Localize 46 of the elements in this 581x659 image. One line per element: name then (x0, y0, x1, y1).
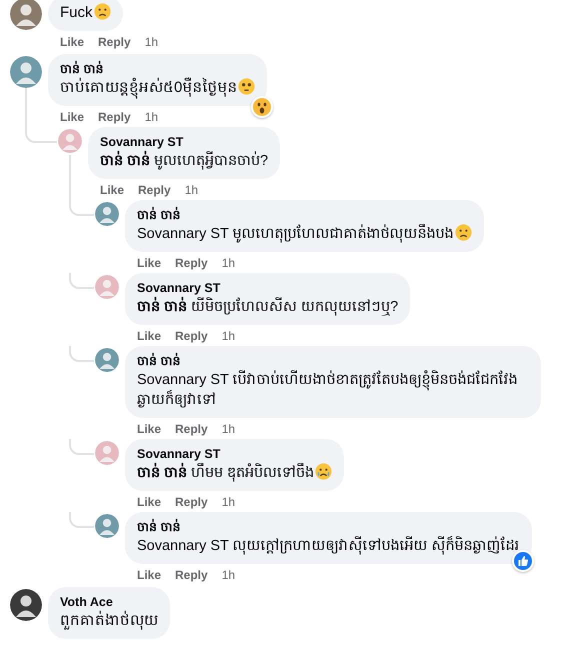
action-link[interactable]: Like (60, 34, 84, 50)
timestamp[interactable]: 1h (184, 182, 198, 198)
comment-text: ចាន់ ចាន់ យីមិចប្រហែលសីស យកលុយនៅៗឬ? (137, 299, 398, 315)
timestamp[interactable]: 1h (144, 109, 158, 125)
comment-text: Sovannary ST បើវាចាប់ហើយងាថ់ខាតត្រូវតែបងឲ្យខ្ញុំមិនចង់ជជែកវែងឆ្ងាយក៏ឲ្យវាទៅ (137, 372, 518, 408)
comment-text: ពួកគាត់ងាថ់លុយ (60, 612, 158, 629)
action-link[interactable]: Reply (175, 567, 208, 583)
thread-line (69, 512, 94, 528)
action-link[interactable]: Like (137, 255, 162, 271)
action-link[interactable]: Like (137, 421, 162, 437)
action-link[interactable]: Like (137, 494, 162, 510)
action-link[interactable]: Like (137, 567, 162, 583)
action-link[interactable]: Reply (98, 34, 131, 50)
author-name[interactable]: Voth Ace (60, 594, 158, 611)
timestamp[interactable]: 1h (222, 421, 236, 437)
timestamp[interactable]: 1h (222, 567, 236, 583)
author-name[interactable]: ចាន់ ចាន់ (137, 519, 520, 536)
author-name[interactable]: ចាន់ ចាន់ (137, 353, 529, 370)
author-name[interactable]: ចាន់ ចាន់ (137, 207, 472, 224)
thread-line (69, 439, 94, 455)
action-link[interactable]: Reply (175, 328, 208, 344)
thread-line (69, 273, 94, 289)
comment-text: ចាន់ ចាន់ មូលហេតុអ្វីបានចាប់? (100, 153, 268, 169)
timestamp[interactable]: 1h (222, 255, 236, 271)
action-link[interactable]: Reply (175, 494, 208, 510)
action-link[interactable]: Like (60, 109, 84, 125)
author-name[interactable]: ចាន់ ចាន់ (60, 61, 256, 78)
action-link[interactable]: Like (100, 182, 124, 198)
comment-text: ចាន់ ចាន់ ហឹមម ឌុតអំបិលទៅចឹង (137, 465, 314, 481)
action-link[interactable]: Like (137, 328, 162, 344)
wow-reaction-icon[interactable] (251, 96, 274, 118)
action-link[interactable]: Reply (175, 255, 208, 271)
timestamp[interactable]: 1h (222, 494, 236, 510)
avatar-icon[interactable] (10, 589, 42, 621)
author-name[interactable]: Sovannary ST (137, 446, 332, 463)
comment-text: Fuck (60, 4, 93, 21)
author-name[interactable]: Sovannary ST (137, 280, 398, 297)
comment-text: Sovannary ST មូលហេតុប្រហែលជាគាត់ងាថ់លុយនឹងបង (137, 226, 454, 242)
timestamp[interactable]: 1h (144, 34, 158, 50)
action-link[interactable]: Reply (175, 421, 208, 437)
timestamp[interactable]: 1h (222, 328, 236, 344)
comment-text: Sovannary ST លុយក្ដៅក្រហាយឲ្យវាស៊ីទៅបងអើយ ស៊ីក៏មិនឆ្ងាញ់ដែរ (137, 538, 520, 554)
action-link[interactable]: Reply (98, 109, 131, 125)
action-link[interactable]: Reply (138, 182, 171, 198)
author-name[interactable]: Sovannary ST (100, 134, 268, 151)
thread-line (69, 346, 94, 362)
